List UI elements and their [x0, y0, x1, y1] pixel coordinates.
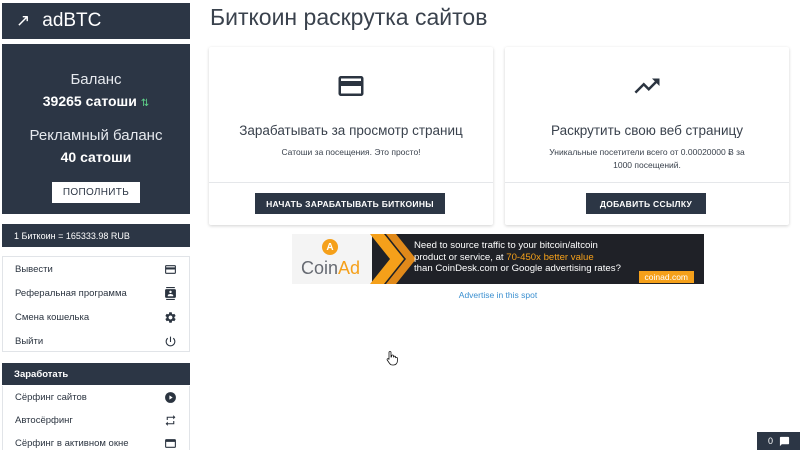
play-circle-icon	[163, 391, 177, 405]
logo-text-ad: Ad	[338, 258, 361, 278]
window-icon	[163, 437, 177, 450]
power-icon	[163, 334, 177, 348]
hand-cursor-icon	[386, 351, 398, 366]
start-earning-button[interactable]: НАЧАТЬ ЗАРАБАТЫВАТЬ БИТКОИНЫ	[255, 193, 445, 214]
advertise-link[interactable]: Advertise in this spot	[292, 290, 704, 300]
banner-message: Need to source traffic to your bitcoin/a…	[414, 240, 664, 275]
contacts-icon	[163, 286, 177, 300]
ad-balance-label: Рекламный баланс	[29, 127, 163, 144]
banner-line-1: Need to source traffic to your bitcoin/a…	[414, 240, 598, 251]
card-divider	[505, 182, 789, 183]
coinad-logo: CoinAd	[301, 258, 360, 279]
menu-item-referral[interactable]: Реферальная программа	[3, 281, 189, 305]
account-menu: Вывести Реферальная программа Смена коше…	[2, 256, 190, 352]
menu-item-logout[interactable]: Выйти	[3, 329, 189, 353]
promote-card: Раскрутить свою веб страницу Уникальные …	[505, 47, 789, 225]
banner-site-label: coinad.com	[638, 271, 694, 283]
earn-menu: Сёрфинг сайтов Автосёрфинг Сёрфинг в акт…	[2, 386, 190, 450]
credit-card-icon	[209, 71, 493, 101]
card-divider	[209, 182, 493, 183]
logo-text-coin: Coin	[301, 258, 339, 278]
app-name: adBTC	[42, 10, 102, 31]
repeat-icon	[163, 414, 177, 428]
card-description: Уникальные посетители всего от 0.0002000…	[549, 147, 745, 170]
card-description: Сатоши за посещения. Это просто!	[281, 147, 421, 157]
trending-arrow-icon: ↗	[16, 11, 31, 31]
menu-item-withdraw[interactable]: Вывести	[3, 257, 189, 281]
coinad-logo-icon: A	[322, 239, 338, 255]
banner-line-3: than CoinDesk.com or Google advertising …	[414, 263, 621, 274]
banner-line-2: product or service, at 70-450x better va…	[414, 252, 664, 264]
banner-line-2a: product or service, at	[414, 251, 507, 263]
balance-panel: Баланс 39265 сатоши ⇅ Рекламный баланс 40…	[2, 44, 190, 214]
earn-section-header: Заработать	[2, 363, 190, 385]
balance-label: Баланс	[70, 71, 122, 88]
banner-highlight: 70-450x better value	[506, 251, 594, 263]
menu-item-label: Реферальная программа	[15, 287, 127, 299]
menu-item-label: Вывести	[15, 263, 53, 275]
page-title: Биткоин раскрутка сайтов	[210, 4, 488, 30]
menu-item-label: Смена кошелька	[15, 311, 90, 323]
chat-icon	[779, 436, 790, 447]
coinad-banner[interactable]: A CoinAd Need to source traffic to your …	[292, 234, 704, 284]
add-link-button[interactable]: ДОБАВИТЬ ССЫЛКУ	[586, 193, 706, 214]
menu-item-change-wallet[interactable]: Смена кошелька	[3, 305, 189, 329]
topup-button[interactable]: ПОПОЛНИТЬ	[52, 182, 140, 203]
balance-row: 39265 сатоши ⇅	[2, 93, 190, 111]
card-title: Раскрутить свою веб страницу	[551, 123, 743, 138]
menu-item-label: Автосёрфинг	[15, 415, 73, 426]
counter-value: 0	[768, 436, 774, 446]
menu-item-label: Сёрфинг сайтов	[15, 392, 87, 403]
credit-card-icon	[163, 262, 177, 276]
gear-icon	[163, 310, 177, 324]
menu-item-label: Сёрфинг в активном окне	[15, 438, 129, 449]
menu-item-autosurfing[interactable]: Автосёрфинг	[3, 409, 189, 432]
menu-item-label: Выйти	[15, 335, 44, 347]
menu-item-surfing[interactable]: Сёрфинг сайтов	[3, 386, 189, 409]
earn-card: Зарабатывать за просмотр страниц Сатоши …	[209, 47, 493, 225]
card-title: Зарабатывать за просмотр страниц	[239, 123, 463, 138]
exchange-rate: 1 Биткоин = 165333.98 RUB	[2, 224, 190, 247]
app-logo[interactable]: ↗ adBTC	[2, 3, 190, 39]
refresh-arrows-icon[interactable]: ⇅	[141, 98, 149, 109]
ad-balance-value: 40 сатоши	[60, 149, 132, 165]
balance-value: 39265 сатоши	[42, 93, 137, 109]
menu-item-active-window-surfing[interactable]: Сёрфинг в активном окне	[3, 432, 189, 450]
trending-up-icon	[505, 71, 789, 101]
chat-counter[interactable]: 0	[757, 432, 800, 450]
